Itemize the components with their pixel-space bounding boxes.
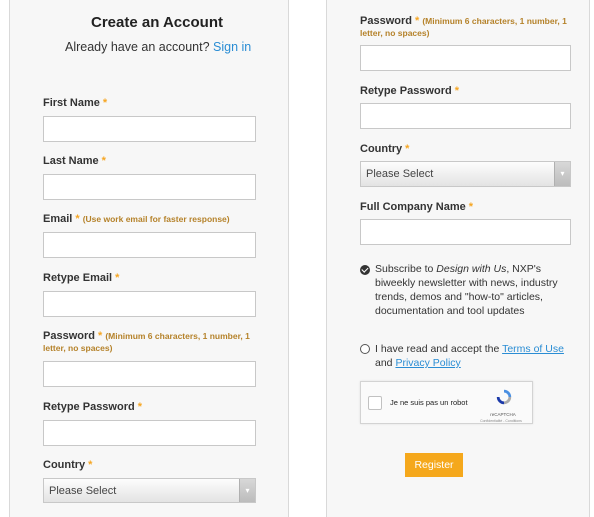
signup-form-right: Password * (Minimum 6 characters, 1 numbe… [326, 0, 590, 517]
required-marker: * [97, 330, 103, 342]
retype-password-input[interactable] [360, 103, 571, 129]
subscribe-newsletter-name: Design with Us [436, 263, 507, 275]
subscribe-checkbox[interactable] [360, 265, 370, 275]
chevron-down-icon[interactable]: ▾ [239, 479, 255, 502]
subscribe-text-pre: Subscribe to [375, 263, 437, 275]
required-marker: * [88, 459, 93, 471]
email-input[interactable] [43, 232, 256, 258]
last-name-label-text: Last Name [43, 155, 99, 167]
select-arrow-glyph: ▾ [245, 486, 250, 495]
country-select-value: Please Select [366, 168, 434, 180]
signin-prompt-text: Already have an account? [65, 40, 210, 54]
retype-password-label: Retype Password * [360, 85, 459, 97]
email-label: Email * (Use work email for faster respon… [43, 213, 230, 225]
terms-text-pre: I have read and accept the [375, 343, 503, 355]
company-label: Full Company Name * [360, 201, 473, 213]
recaptcha-brand: reCAPTCHA [490, 412, 516, 417]
password-label: Password * (Minimum 6 characters, 1 numbe… [43, 330, 265, 354]
last-name-label: Last Name * [43, 155, 106, 167]
required-marker: * [102, 97, 108, 109]
required-marker: * [454, 85, 459, 97]
signin-prompt: Already have an account? Sign in [65, 40, 251, 54]
page-title: Create an Account [91, 14, 223, 31]
retype-password-label-text: Retype Password [360, 85, 452, 97]
recaptcha-terms[interactable]: Confidentialité - Conditions [471, 419, 531, 423]
recaptcha-checkbox[interactable] [368, 396, 382, 410]
country-label-text: Country [43, 459, 86, 471]
retype-password-label-text: Retype Password [43, 401, 135, 413]
register-button[interactable]: Register [405, 453, 463, 477]
signup-form-left: Create an Account Already have an accoun… [9, 0, 289, 517]
required-marker: * [414, 15, 420, 27]
retype-email-label: Retype Email * [43, 272, 119, 284]
country-label: Country * [360, 143, 409, 155]
required-marker: * [468, 201, 474, 213]
select-arrow-glyph: ▾ [560, 169, 565, 178]
recaptcha-widget: Je ne suis pas un robot reCAPTCHA Confid… [360, 381, 533, 424]
required-marker: * [137, 401, 142, 413]
required-marker: * [115, 272, 120, 284]
password-label-text: Password [360, 15, 412, 27]
recaptcha-icon [496, 389, 512, 405]
retype-password-label: Retype Password * [43, 401, 142, 413]
password-label: Password * (Minimum 6 characters, 1 numbe… [360, 15, 582, 39]
email-note: (Use work email for faster response) [82, 214, 230, 224]
country-label-text: Country [360, 143, 403, 155]
country-select[interactable]: Please Select ▾ [43, 478, 256, 503]
password-input[interactable] [360, 45, 571, 71]
first-name-input[interactable] [43, 116, 256, 142]
terms-text: I have read and accept the Terms of Use … [375, 342, 575, 370]
company-input[interactable] [360, 219, 571, 245]
first-name-label: First Name * [43, 97, 107, 109]
terms-of-use-link[interactable]: Terms of Use [502, 343, 564, 355]
signin-link[interactable]: Sign in [213, 40, 251, 54]
country-select-value: Please Select [49, 485, 117, 497]
retype-password-input[interactable] [43, 420, 256, 446]
required-marker: * [75, 213, 80, 225]
terms-checkbox[interactable] [360, 344, 370, 354]
chevron-down-icon[interactable]: ▾ [554, 162, 570, 186]
retype-email-label-text: Retype Email [43, 272, 113, 284]
required-marker: * [405, 143, 410, 155]
company-label-text: Full Company Name [360, 201, 466, 213]
required-marker: * [101, 155, 106, 167]
last-name-input[interactable] [43, 174, 256, 200]
first-name-label-text: First Name [43, 97, 100, 109]
country-label: Country * [43, 459, 92, 471]
retype-email-input[interactable] [43, 291, 256, 317]
country-select[interactable]: Please Select ▾ [360, 161, 571, 187]
privacy-policy-link[interactable]: Privacy Policy [395, 357, 460, 369]
email-label-text: Email [43, 213, 73, 225]
recaptcha-label: Je ne suis pas un robot [390, 398, 468, 407]
terms-text-mid: and [375, 357, 396, 369]
password-label-text: Password [43, 330, 95, 342]
password-input[interactable] [43, 361, 256, 387]
subscribe-text: Subscribe to Design with Us, NXP's biwee… [375, 262, 565, 318]
